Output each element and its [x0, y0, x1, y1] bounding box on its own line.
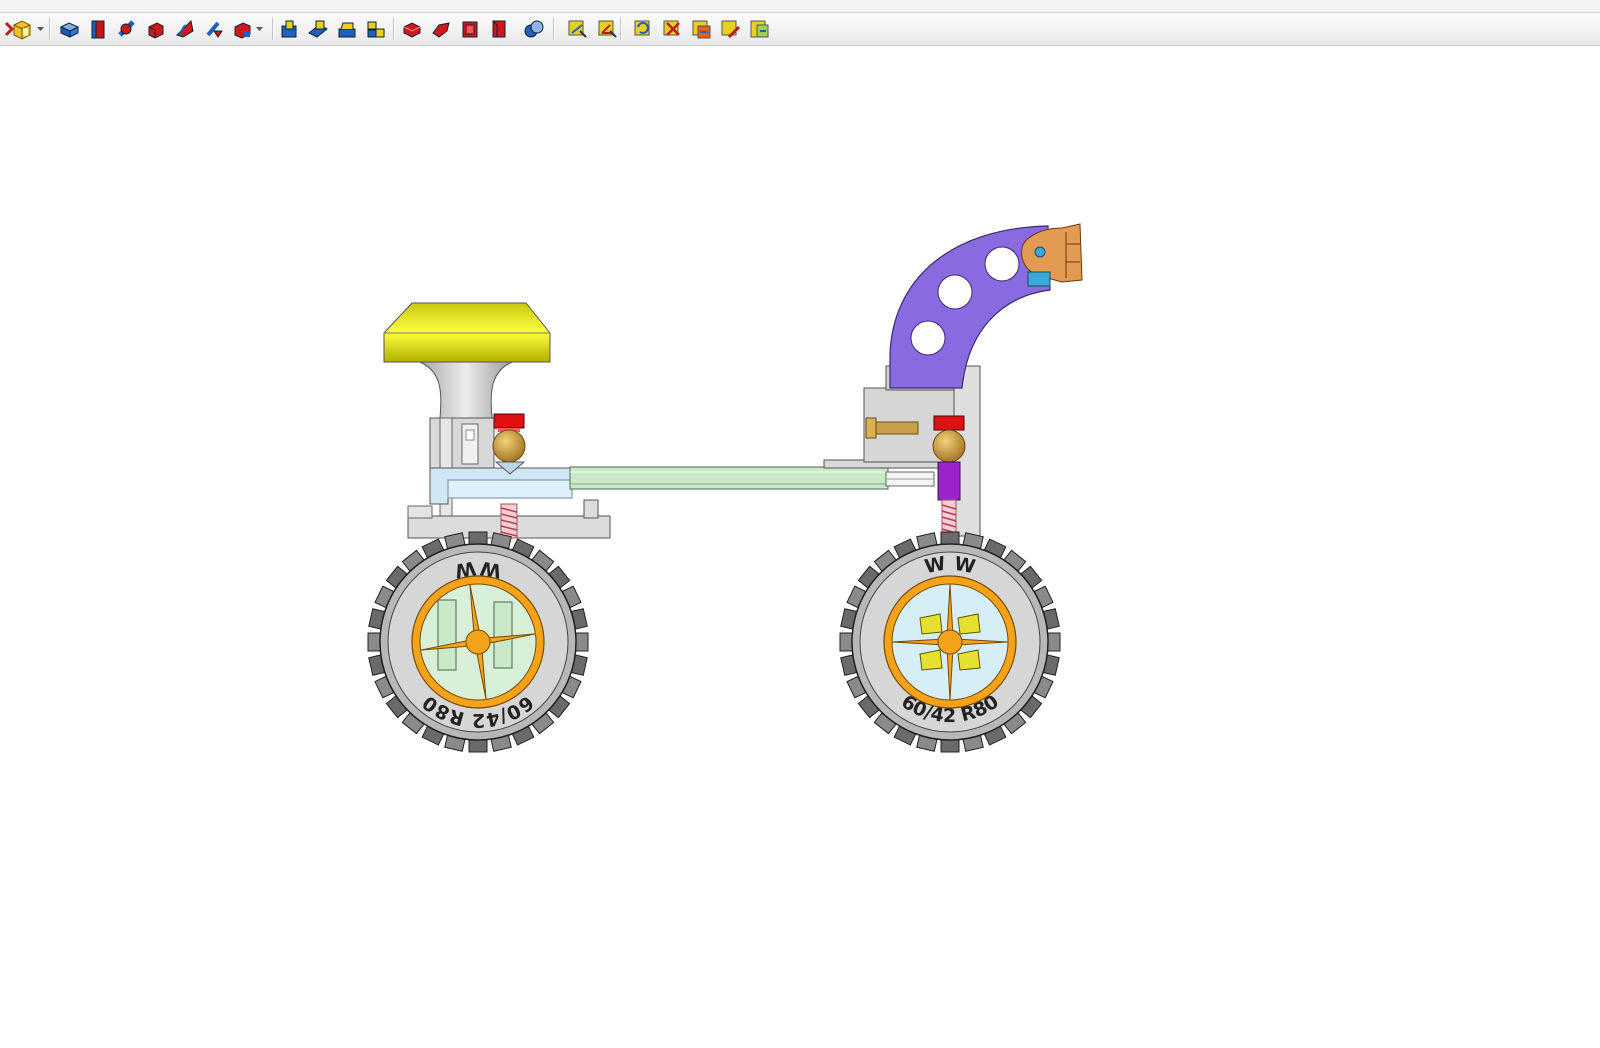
wheel-hub — [937, 629, 963, 655]
boolean-union-icon[interactable] — [306, 17, 330, 41]
lug-nut — [919, 649, 943, 671]
tire-tread-block — [940, 531, 960, 545]
tire-tread-block — [468, 739, 488, 753]
offset-icon[interactable] — [522, 17, 546, 41]
window-title-strip — [0, 0, 1600, 13]
tire-tread-block — [367, 632, 381, 652]
part-pipe-bend-icon[interactable] — [230, 17, 254, 41]
part-box-icon[interactable] — [86, 17, 110, 41]
boolean-cut-icon[interactable] — [335, 17, 359, 41]
arm-hole — [937, 274, 973, 310]
right-ball-joint[interactable] — [932, 415, 966, 501]
knob-stem — [419, 361, 513, 419]
measure-clear-icon[interactable] — [690, 17, 714, 41]
part-design-icon[interactable] — [10, 17, 34, 41]
tire-tread-block — [940, 739, 960, 753]
knob-assembly[interactable] — [383, 302, 551, 419]
tire-tread-block — [468, 531, 488, 545]
measure-toggle-3d-icon[interactable] — [748, 17, 772, 41]
part-cube-icon[interactable] — [57, 17, 81, 41]
measure-linear-icon[interactable] — [596, 17, 620, 41]
part-pipe-icon[interactable] — [144, 17, 168, 41]
arm-hole — [984, 246, 1020, 282]
toolbar-separator — [553, 18, 555, 40]
left-spring — [500, 503, 518, 539]
toolbar-separator — [272, 18, 274, 40]
left-ball-joint[interactable] — [492, 413, 526, 463]
measure-toggle-all-icon[interactable] — [719, 17, 743, 41]
tire-label-top: W W — [923, 553, 978, 579]
left-frame-block[interactable] — [429, 461, 573, 505]
connecting-rod[interactable] — [569, 466, 935, 490]
chamfer-icon[interactable] — [458, 17, 482, 41]
lug-nut — [957, 649, 981, 671]
tire-tread-block — [1047, 632, 1061, 652]
part-block-red-icon[interactable] — [277, 17, 301, 41]
3d-viewport[interactable]: 60/42 R80 W W W W 60/42 R80 — [0, 46, 1600, 1048]
toolbar-separator — [49, 18, 51, 40]
toolbar-separator — [393, 18, 395, 40]
extrude-icon[interactable] — [364, 17, 388, 41]
wheel-right[interactable]: W W60/42 R80 — [839, 531, 1061, 753]
part-ramp-icon[interactable] — [202, 17, 226, 41]
main-toolbar — [0, 13, 1600, 46]
measure-angular-icon[interactable] — [632, 17, 656, 41]
primitives-dropdown[interactable] — [255, 17, 264, 41]
fillet-icon[interactable] — [429, 17, 453, 41]
part-wedge-icon[interactable] — [173, 17, 197, 41]
wheel-hub — [465, 629, 491, 655]
tire-tread-block — [575, 632, 589, 652]
part-design-dropdown[interactable] — [36, 17, 45, 41]
lug-nut — [919, 613, 943, 635]
toolbar-separator — [620, 18, 622, 40]
boolean-icon[interactable] — [566, 17, 590, 41]
arm-hole — [910, 320, 946, 356]
tire-tread-block — [839, 632, 853, 652]
compound-icon[interactable] — [400, 17, 424, 41]
part-cylinder-icon[interactable] — [115, 17, 139, 41]
wheel-left[interactable]: 60/42 R80W W — [367, 531, 589, 753]
lug-nut — [957, 613, 981, 635]
shell-icon[interactable] — [487, 17, 511, 41]
measure-refresh-icon[interactable] — [661, 17, 685, 41]
